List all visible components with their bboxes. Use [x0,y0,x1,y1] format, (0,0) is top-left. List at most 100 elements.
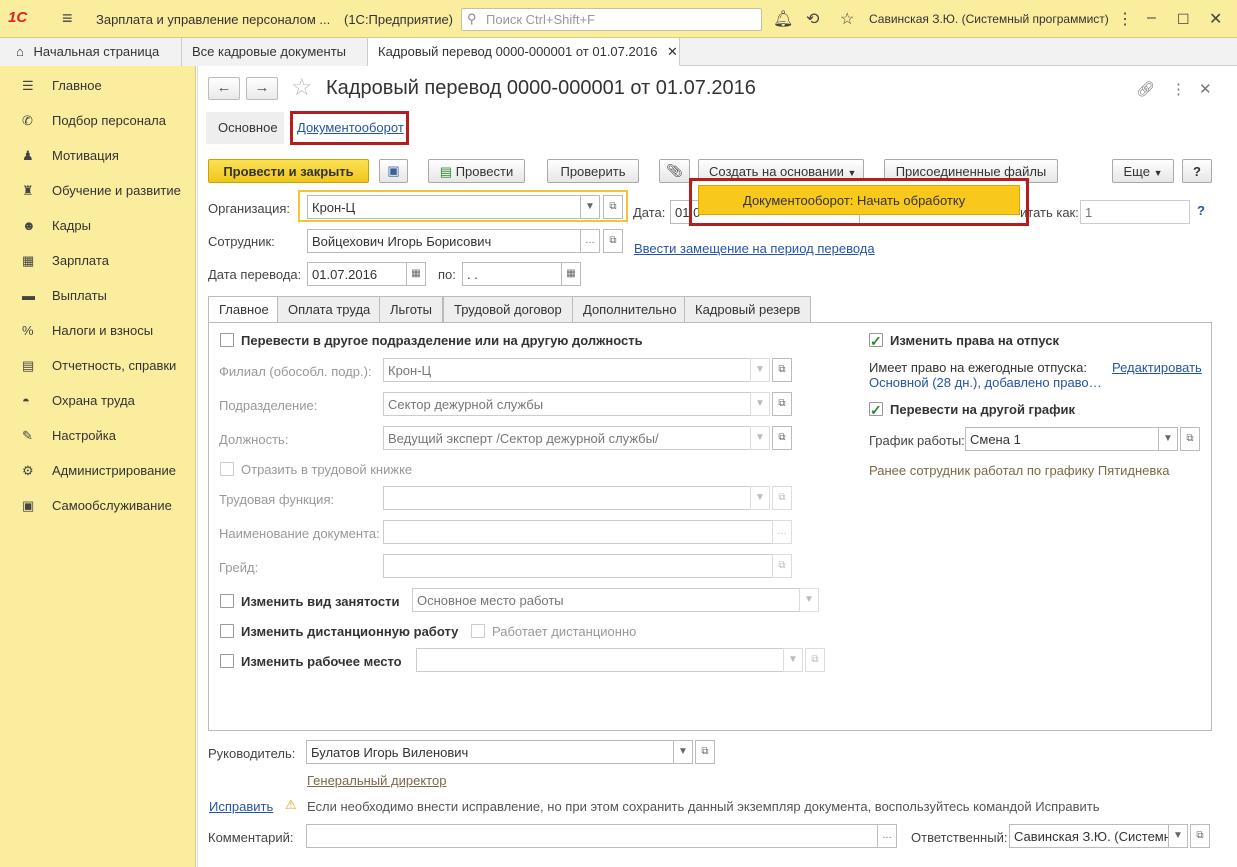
function-open[interactable]: ⧉ [772,486,792,510]
menu-item-start-processing[interactable]: Документооборот: Начать обработку [743,193,965,208]
branch-dropdown[interactable]: ▼ [750,358,770,382]
search-input[interactable]: Поиск Ctrl+Shift+F [461,8,762,31]
head-open[interactable]: ⧉ [695,740,715,764]
help-icon[interactable]: ? [1197,203,1205,218]
tab-home[interactable]: ⌂ Начальная страница [0,38,182,66]
attach-button[interactable]: 📎︎ [659,159,690,183]
responsible-dropdown[interactable]: ▼ [1168,824,1188,848]
vacation-value[interactable]: Основной (28 дн.), добавлено право… [869,375,1102,390]
branch-field[interactable]: Крон-Ц [383,358,751,382]
post-button[interactable]: ▤ Провести [428,159,525,183]
close-tab-icon[interactable]: ✕ [667,44,678,59]
more-icon[interactable]: ⋮ [1117,9,1133,29]
help-button[interactable]: ? [1182,159,1212,183]
post-and-close-button[interactable]: Провести и закрыть [208,159,369,183]
responsible-field[interactable]: Савинская З.Ю. (Системный программист) [1009,824,1169,848]
grade-field[interactable] [383,554,773,578]
sidebar-item-taxes[interactable]: % Налоги и взносы [22,323,153,343]
sidebar-item-salary[interactable]: ▦ Зарплата [22,253,109,273]
employee-open-button[interactable]: ⧉ [603,229,623,253]
employment-dropdown[interactable]: ▼ [799,588,819,612]
more-button[interactable]: Еще ▼ [1112,159,1174,183]
sidebar-item-training[interactable]: ♜ Обучение и развитие [22,183,181,203]
tab-contract[interactable]: Трудовой договор [443,296,573,323]
sidebar-item-motivation[interactable]: ♟ Мотивация [22,148,119,168]
replacement-link[interactable]: Ввести замещение на период перевода [634,241,875,256]
grade-open[interactable]: ⧉ [772,554,792,578]
close-window-icon[interactable]: ✕ [1209,9,1222,29]
bell-icon[interactable]: 🔔︎ [773,9,793,29]
head-position-link[interactable]: Генеральный директор [307,773,446,788]
sidebar-item-payments[interactable]: ▬ Выплаты [22,288,107,308]
tab-main[interactable]: Главное [208,296,280,323]
workplace-checkbox[interactable] [220,654,234,668]
position-open[interactable]: ⧉ [772,426,792,450]
department-dropdown[interactable]: ▼ [750,392,770,416]
fix-link[interactable]: Исправить [209,799,273,814]
save-button[interactable]: ▣ [379,159,408,183]
date-to-field[interactable]: . . [462,262,562,286]
employee-field[interactable]: Войцехович Игорь Борисович [307,229,581,253]
schedule-checkbox[interactable]: ✓ [869,402,883,417]
tab-all-documents[interactable]: Все кадровые документы [182,38,368,66]
back-button[interactable]: ← [208,77,240,100]
docname-select[interactable]: … [772,520,792,544]
tab-benefits[interactable]: Льготы [379,296,444,323]
position-dropdown[interactable]: ▼ [750,426,770,450]
tab-pay[interactable]: Оплата труда [277,296,382,323]
sidebar-item-admin[interactable]: ⚙ Администрирование [22,463,176,483]
tab-transfer-document[interactable]: Кадровый перевод 0000-000001 от 01.07.20… [368,38,680,66]
tab-reserve[interactable]: Кадровый резерв [684,296,812,323]
calendar-button[interactable]: ▦ [406,262,426,286]
favorite-star-icon[interactable]: ☆ [291,73,313,102]
tab-additional[interactable]: Дополнительно [572,296,688,323]
comment-field[interactable] [306,824,878,848]
remote-checkbox[interactable] [220,624,234,638]
history-icon[interactable]: ⟲ [806,9,819,29]
employment-field[interactable]: Основное место работы [412,588,800,612]
head-field[interactable]: Булатов Игорь Виленович [306,740,674,764]
schedule-dropdown[interactable]: ▼ [1158,427,1178,451]
sidebar-item-selfservice[interactable]: ▣ Самообслуживание [22,498,172,518]
function-field[interactable] [383,486,751,510]
forward-button[interactable]: → [246,77,278,100]
position-field[interactable]: Ведущий эксперт /Сектор дежурной службы/ [383,426,751,450]
remote-sub-checkbox[interactable] [471,624,485,638]
number-field[interactable]: 1 [1080,200,1190,224]
head-dropdown[interactable]: ▼ [673,740,693,764]
sidebar-item-main[interactable]: ☰ Главное [22,78,102,98]
close-form-icon[interactable]: ✕ [1199,80,1212,98]
link-icon[interactable]: 🔗︎ [1136,80,1155,98]
calendar-button[interactable]: ▦ [561,262,581,286]
employment-checkbox[interactable] [220,594,234,608]
department-open[interactable]: ⧉ [772,392,792,416]
vacation-checkbox[interactable]: ✓ [869,333,883,348]
subtab-docflow[interactable]: Документооборот [297,120,404,135]
schedule-field[interactable]: Смена 1 [965,427,1159,451]
current-user[interactable]: Савинская З.Ю. (Системный программист) [869,12,1109,26]
workplace-open[interactable]: ⧉ [805,648,825,672]
docname-field[interactable] [383,520,773,544]
org-field[interactable]: Крон-Ц [307,195,581,219]
org-dropdown-button[interactable]: ▼ [580,195,600,219]
sidebar-item-recruitment[interactable]: ✆ Подбор персонала [22,113,166,133]
edit-vacation-link[interactable]: Редактировать [1112,360,1202,375]
org-open-button[interactable]: ⧉ [603,195,623,219]
workbook-checkbox[interactable] [220,462,234,476]
minimize-icon[interactable]: – [1147,9,1156,27]
sidebar-item-reports[interactable]: ▤ Отчетность, справки [22,358,176,378]
workplace-field[interactable] [416,648,784,672]
employee-select-button[interactable]: … [580,229,600,253]
transfer-date-field[interactable]: 01.07.2016 [307,262,407,286]
sidebar-item-settings[interactable]: ✎ Настройка [22,428,116,448]
main-menu-icon[interactable]: ≡ [62,8,73,29]
comment-expand[interactable]: … [877,824,897,848]
check-button[interactable]: Проверить [547,159,639,183]
maximize-icon[interactable]: ☐ [1177,11,1190,28]
sidebar-item-hr[interactable]: ☻ Кадры [22,218,91,238]
workplace-dropdown[interactable]: ▼ [783,648,803,672]
schedule-open[interactable]: ⧉ [1180,427,1200,451]
star-icon[interactable]: ☆ [840,9,854,29]
sidebar-item-safety[interactable]: ◓ Охрана труда [22,393,135,413]
subtab-main[interactable]: Основное [218,120,278,135]
